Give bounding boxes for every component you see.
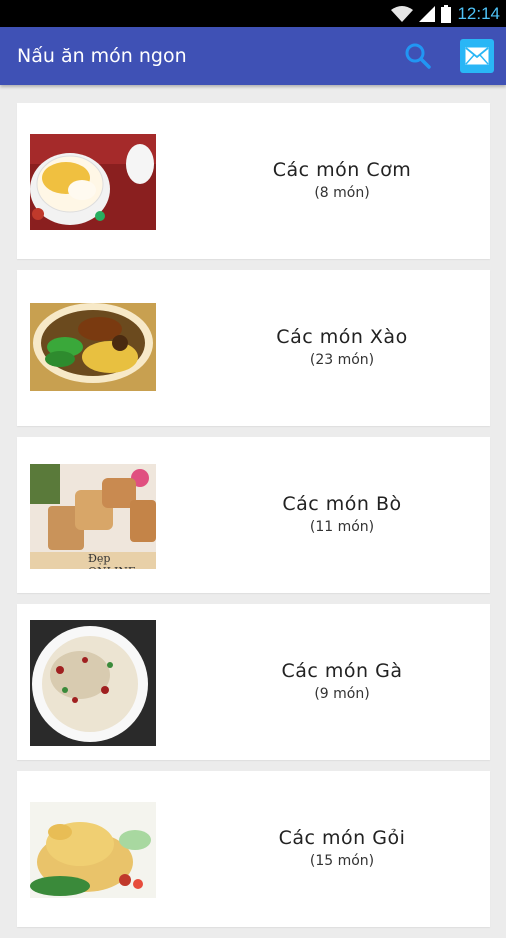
mail-button[interactable] (460, 39, 494, 73)
category-text: Các món Xào (23 món) (197, 325, 487, 371)
category-text: Các món Bò (11 món) (197, 492, 487, 538)
category-card-ga[interactable]: Các món Gà (9 món) (17, 604, 490, 760)
app-title: Nấu ăn món ngon (17, 45, 187, 67)
status-time: 12:14 (457, 3, 500, 23)
category-card-goi[interactable]: Các món Gỏi (15 món) (17, 771, 490, 927)
category-card-xao[interactable]: Các món Xào (23 món) (17, 270, 490, 426)
app-bar: Nấu ăn món ngon (0, 27, 506, 85)
search-button[interactable] (403, 41, 433, 71)
rice-dessert-image (30, 134, 156, 230)
category-card-bo[interactable]: Đẹp ONLINE Các món Bò (11 món) (17, 437, 490, 593)
category-name: Các món Gỏi (278, 827, 406, 849)
category-text: Các món Gỏi (15 món) (197, 826, 487, 872)
category-count: (23 món) (309, 352, 375, 368)
category-name: Các món Xào (276, 326, 408, 348)
category-name: Các món Cơm (272, 159, 412, 181)
category-text: Các món Cơm (8 món) (197, 158, 487, 204)
noodle-soup-image (30, 303, 156, 391)
category-list: Các món Cơm (8 món) Các món Xào (23 món) (17, 103, 490, 938)
category-count: (9 món) (314, 686, 370, 702)
chicken-rice-image (30, 620, 156, 746)
category-card-com[interactable]: Các món Cơm (8 món) (17, 103, 490, 259)
category-name: Các món Gà (281, 660, 403, 682)
mail-icon (465, 47, 489, 65)
category-name: Các món Bò (282, 493, 402, 515)
category-count: (8 món) (314, 185, 370, 201)
category-count: (15 món) (309, 853, 375, 869)
boiled-chicken-image (30, 802, 156, 898)
search-icon (405, 43, 431, 69)
category-count: (11 món) (309, 519, 375, 535)
signal-icon (419, 5, 436, 22)
wifi-icon (391, 5, 414, 22)
status-bar: 12:14 (0, 0, 506, 27)
beef-rolls-image: Đẹp ONLINE (30, 464, 156, 569)
category-text: Các món Gà (9 món) (197, 659, 487, 705)
thumb-watermark: Đẹp ONLINE (88, 552, 136, 569)
status-icons: 12:14 (391, 3, 500, 24)
battery-icon (441, 4, 452, 23)
